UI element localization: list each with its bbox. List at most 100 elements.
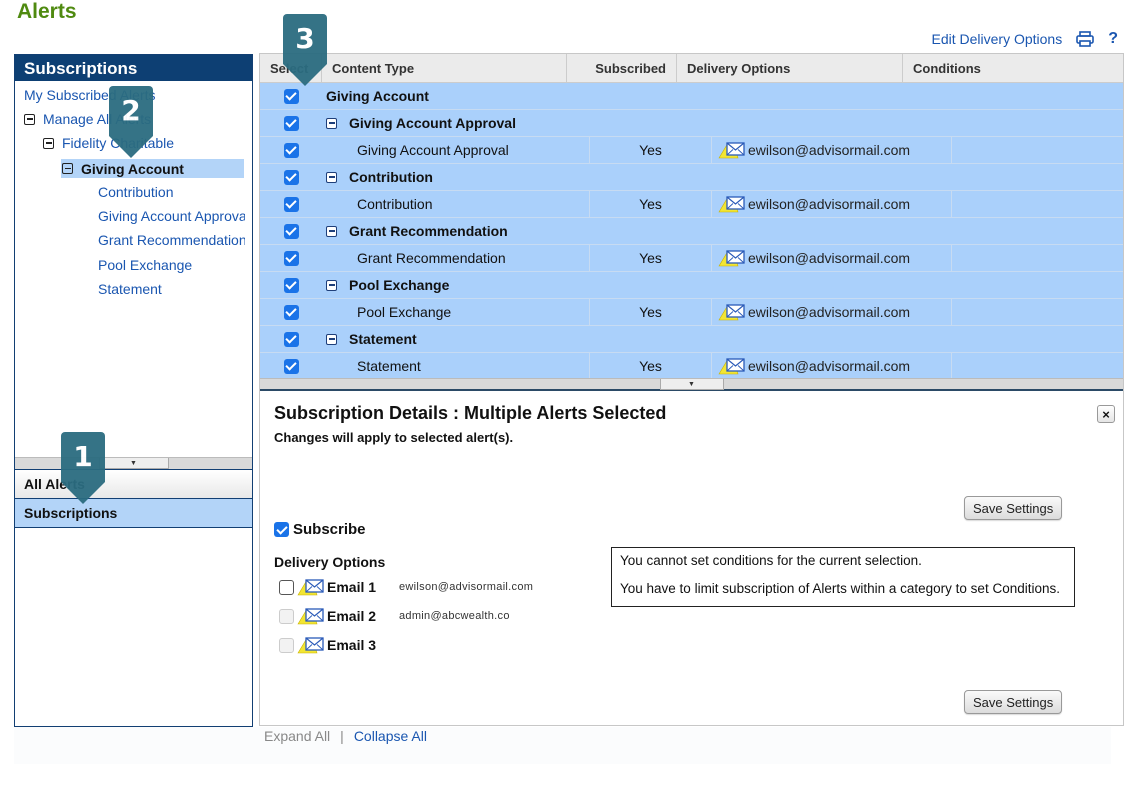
delivery-email: ewilson@advisormail.com — [748, 142, 911, 158]
subscribe-option[interactable]: Subscribe — [274, 521, 366, 538]
row-checkbox[interactable] — [283, 115, 299, 131]
grid-row[interactable]: Grant Recommendation — [260, 218, 1123, 245]
left-panel-splitter[interactable]: ▼ — [15, 457, 252, 470]
row-checkbox[interactable] — [283, 250, 299, 266]
row-checkbox[interactable] — [283, 304, 299, 320]
content-type-cell: Grant Recommendation — [322, 245, 590, 271]
grid-row[interactable]: Contribution Yes ewilson@advisormail.com — [260, 191, 1123, 218]
subscribed-value: Yes — [639, 250, 662, 266]
collapse-icon[interactable] — [24, 113, 35, 125]
collapse-icon[interactable] — [326, 117, 337, 129]
content-type-cell: Contribution — [322, 191, 590, 217]
email-option-2: Email 2 admin@abcwealth.co — [279, 607, 510, 625]
email-3-checkbox[interactable] — [279, 637, 294, 653]
subscribed-value: Yes — [639, 142, 662, 158]
collapse-icon[interactable] — [62, 163, 73, 174]
help-icon[interactable]: ? — [1108, 30, 1118, 48]
row-checkbox[interactable] — [283, 331, 299, 347]
grid-row[interactable]: Statement Yes ewilson@advisormail.com — [260, 353, 1123, 380]
grid-row[interactable]: Pool Exchange — [260, 272, 1123, 299]
grid-body: Giving Account Giving Account Approval Giv… — [260, 83, 1123, 380]
grid-row[interactable]: Statement — [260, 326, 1123, 353]
content-type-cell: Giving Account Approval — [322, 137, 590, 163]
grid-row[interactable]: Pool Exchange Yes ewilson@advisormail.com — [260, 299, 1123, 326]
printer-icon[interactable] — [1076, 31, 1095, 47]
splitter-handle[interactable]: ▼ — [98, 458, 169, 469]
grid-row[interactable]: Giving Account Approval Yes ewilson@adviso… — [260, 137, 1123, 164]
row-checkbox[interactable] — [283, 223, 299, 239]
email-icon — [297, 578, 325, 596]
row-checkbox[interactable] — [283, 277, 299, 293]
column-header-conditions[interactable]: Conditions — [903, 54, 1123, 82]
row-checkbox[interactable] — [283, 142, 299, 158]
grid-row[interactable]: Grant Recommendation Yes ewilson@advisorma… — [260, 245, 1123, 272]
content-type: Giving Account Approval — [357, 142, 509, 158]
conditions-message-box: You cannot set conditions for the curren… — [611, 547, 1075, 607]
content-type-cell: Giving Account — [322, 83, 590, 109]
collapse-icon[interactable] — [326, 279, 337, 291]
email-option-1: Email 1 ewilson@advisormail.com — [279, 578, 533, 596]
grid-row[interactable]: Giving Account — [260, 83, 1123, 110]
save-settings-button-bottom[interactable]: Save Settings — [964, 690, 1063, 714]
column-header-subscribed[interactable]: Subscribed — [567, 54, 677, 82]
group-label: Grant Recommendation — [349, 223, 508, 239]
accordion-subscriptions[interactable]: Subscriptions — [15, 499, 252, 528]
grid-row[interactable]: Contribution — [260, 164, 1123, 191]
collapse-icon[interactable] — [326, 225, 337, 237]
category-label: Giving Account — [326, 88, 429, 104]
expand-all-link[interactable]: Expand All — [264, 728, 330, 744]
column-header-delivery-options[interactable]: Delivery Options — [677, 54, 903, 82]
annotation-marker-3: 3 — [283, 14, 327, 86]
collapse-icon[interactable] — [43, 137, 54, 149]
grid-row[interactable]: Giving Account Approval — [260, 110, 1123, 137]
row-checkbox[interactable] — [283, 88, 299, 104]
collapse-all-link[interactable]: Collapse All — [354, 728, 427, 744]
splitter-handle[interactable]: ▼ — [659, 379, 724, 390]
subscribed-cell: Yes — [590, 245, 712, 271]
subscribed-value: Yes — [639, 358, 662, 374]
conditions-cell — [952, 137, 1123, 163]
delivery-cell: ewilson@advisormail.com — [712, 137, 952, 163]
tree-item-pool-exchange[interactable]: Pool Exchange — [98, 257, 192, 273]
triangle-down-icon: ▼ — [130, 459, 137, 467]
save-settings-button-top[interactable]: Save Settings — [964, 496, 1063, 520]
top-links: Edit Delivery Options ? — [932, 30, 1119, 48]
tree-item-label: Contribution — [98, 184, 174, 200]
email-2-checkbox[interactable] — [279, 608, 294, 624]
close-button[interactable]: × — [1097, 405, 1115, 423]
accordion-all-alerts[interactable]: All Alerts — [15, 470, 252, 499]
edit-delivery-options-link[interactable]: Edit Delivery Options — [932, 31, 1063, 47]
email-name: Email 3 — [327, 637, 377, 653]
annotation-marker-2: 2 — [109, 86, 153, 158]
group-label: Contribution — [349, 169, 433, 185]
delivery-email: ewilson@advisormail.com — [748, 304, 911, 320]
subscribe-checkbox[interactable] — [274, 522, 289, 537]
email-name: Email 2 — [327, 608, 377, 624]
delivery-options-label: Delivery Options — [274, 554, 386, 570]
email-name: Email 1 — [327, 579, 377, 595]
email-icon — [297, 636, 325, 654]
tree-item-giving-account-approval[interactable]: Giving Account Approva — [98, 208, 245, 224]
content-type: Pool Exchange — [357, 304, 452, 320]
collapse-icon[interactable] — [326, 333, 337, 345]
select-cell — [260, 191, 322, 217]
collapse-icon[interactable] — [326, 171, 337, 183]
email-icon — [718, 357, 746, 375]
column-header-content-type[interactable]: Content Type — [322, 54, 567, 82]
tree-item-grant-recommendation[interactable]: Grant Recommendation — [98, 232, 245, 248]
tree-item-statement[interactable]: Statement — [98, 281, 162, 297]
delivery-email: ewilson@advisormail.com — [748, 250, 911, 266]
delivery-cell: ewilson@advisormail.com — [712, 245, 952, 271]
tree-item-contribution[interactable]: Contribution — [98, 184, 174, 200]
conditions-cell — [952, 191, 1123, 217]
tree-controls: Expand All | Collapse All — [264, 728, 427, 744]
separator: | — [340, 728, 344, 744]
grid-splitter[interactable]: ▼ — [260, 378, 1123, 391]
email-1-checkbox[interactable] — [279, 579, 294, 595]
row-checkbox[interactable] — [283, 358, 299, 374]
row-checkbox[interactable] — [283, 196, 299, 212]
row-checkbox[interactable] — [283, 169, 299, 185]
select-cell — [260, 137, 322, 163]
tree-item-label: Statement — [98, 281, 162, 297]
tree-item-giving-account[interactable]: Giving Account — [61, 159, 244, 178]
